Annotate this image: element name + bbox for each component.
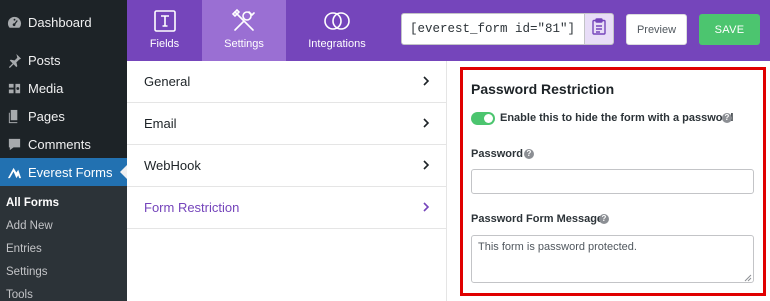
pages-icon (6, 108, 22, 124)
tab-fields[interactable]: Fields (127, 0, 202, 61)
settings-nav-general[interactable]: General (127, 61, 446, 103)
password-restriction-toggle[interactable] (471, 112, 495, 125)
settings-nav-label: WebHook (144, 158, 201, 173)
settings-nav-form-restriction[interactable]: Form Restriction (127, 187, 446, 229)
submenu-entries[interactable]: Entries (6, 243, 42, 255)
tab-label: Settings (224, 38, 264, 50)
password-input[interactable] (471, 169, 754, 194)
password-form-message-textarea[interactable]: This form is password protected. (471, 235, 754, 283)
tab-integrations[interactable]: Integrations (286, 0, 388, 61)
settings-nav-email[interactable]: Email (127, 103, 446, 145)
menu-label: Everest Forms (28, 164, 113, 180)
section-title: Password Restriction (471, 81, 615, 97)
menu-media[interactable]: Media (0, 74, 127, 102)
chevron-right-icon (423, 76, 430, 86)
current-menu-arrow (120, 165, 127, 179)
password-label: Password (471, 148, 523, 160)
settings-nav-label: General (144, 74, 191, 89)
save-button[interactable]: SAVE (699, 14, 760, 45)
toggle-knob (484, 114, 493, 123)
submenu-settings[interactable]: Settings (6, 266, 48, 278)
media-icon (6, 80, 22, 96)
menu-posts[interactable]: Posts (0, 46, 127, 74)
menu-dashboard[interactable]: Dashboard (0, 8, 127, 36)
pin-icon (6, 52, 22, 68)
password-form-message-label: Password Form Message (471, 213, 604, 225)
settings-nav-label: Email (144, 116, 177, 131)
help-icon[interactable]: ? (599, 214, 609, 224)
dashboard-icon (6, 14, 22, 30)
menu-comments[interactable]: Comments (0, 130, 127, 158)
submenu-tools[interactable]: Tools (6, 289, 33, 301)
everest-forms-icon (6, 164, 22, 180)
settings-nav-webhook[interactable]: WebHook (127, 145, 446, 187)
menu-label: Posts (28, 52, 61, 68)
help-icon[interactable]: ? (524, 149, 534, 159)
tab-label: Fields (149, 38, 180, 50)
comment-icon (6, 136, 22, 152)
toggle-label: Enable this to hide the form with a pass… (500, 112, 734, 124)
submenu-add-new[interactable]: Add New (6, 220, 53, 232)
help-icon[interactable]: ? (722, 113, 732, 123)
menu-label: Dashboard (28, 14, 92, 30)
settings-nav: General Email WebHook Form Restriction (127, 61, 446, 301)
menu-pages[interactable]: Pages (0, 102, 127, 130)
menu-label: Pages (28, 108, 65, 124)
settings-nav-label: Form Restriction (144, 200, 240, 215)
tab-label: Integrations (308, 38, 366, 50)
menu-label: Comments (28, 136, 91, 152)
settings-tools-icon (230, 7, 258, 35)
clipboard-icon (592, 18, 606, 40)
menu-label: Media (28, 80, 64, 96)
integrations-icon (322, 7, 352, 35)
submenu-all-forms[interactable]: All Forms (6, 197, 59, 209)
shortcode-field[interactable]: [everest_form id="81"] (401, 13, 585, 45)
fields-icon (152, 7, 178, 35)
chevron-right-icon (423, 118, 430, 128)
menu-everest-forms[interactable]: Everest Forms (0, 158, 127, 186)
resize-grip-icon[interactable] (744, 274, 752, 282)
copy-shortcode-button[interactable] (585, 13, 614, 45)
chevron-right-icon (423, 202, 430, 212)
chevron-right-icon (423, 160, 430, 170)
form-builder-toolbar: Fields Settings Integrations [everest_fo… (127, 0, 770, 61)
tab-settings[interactable]: Settings (202, 0, 286, 61)
everest-forms-submenu: All Forms Add New Entries Settings Tools (0, 186, 127, 301)
admin-sidebar: Dashboard Posts Media Pages Comments Eve… (0, 0, 127, 301)
preview-button[interactable]: Preview (626, 14, 687, 45)
